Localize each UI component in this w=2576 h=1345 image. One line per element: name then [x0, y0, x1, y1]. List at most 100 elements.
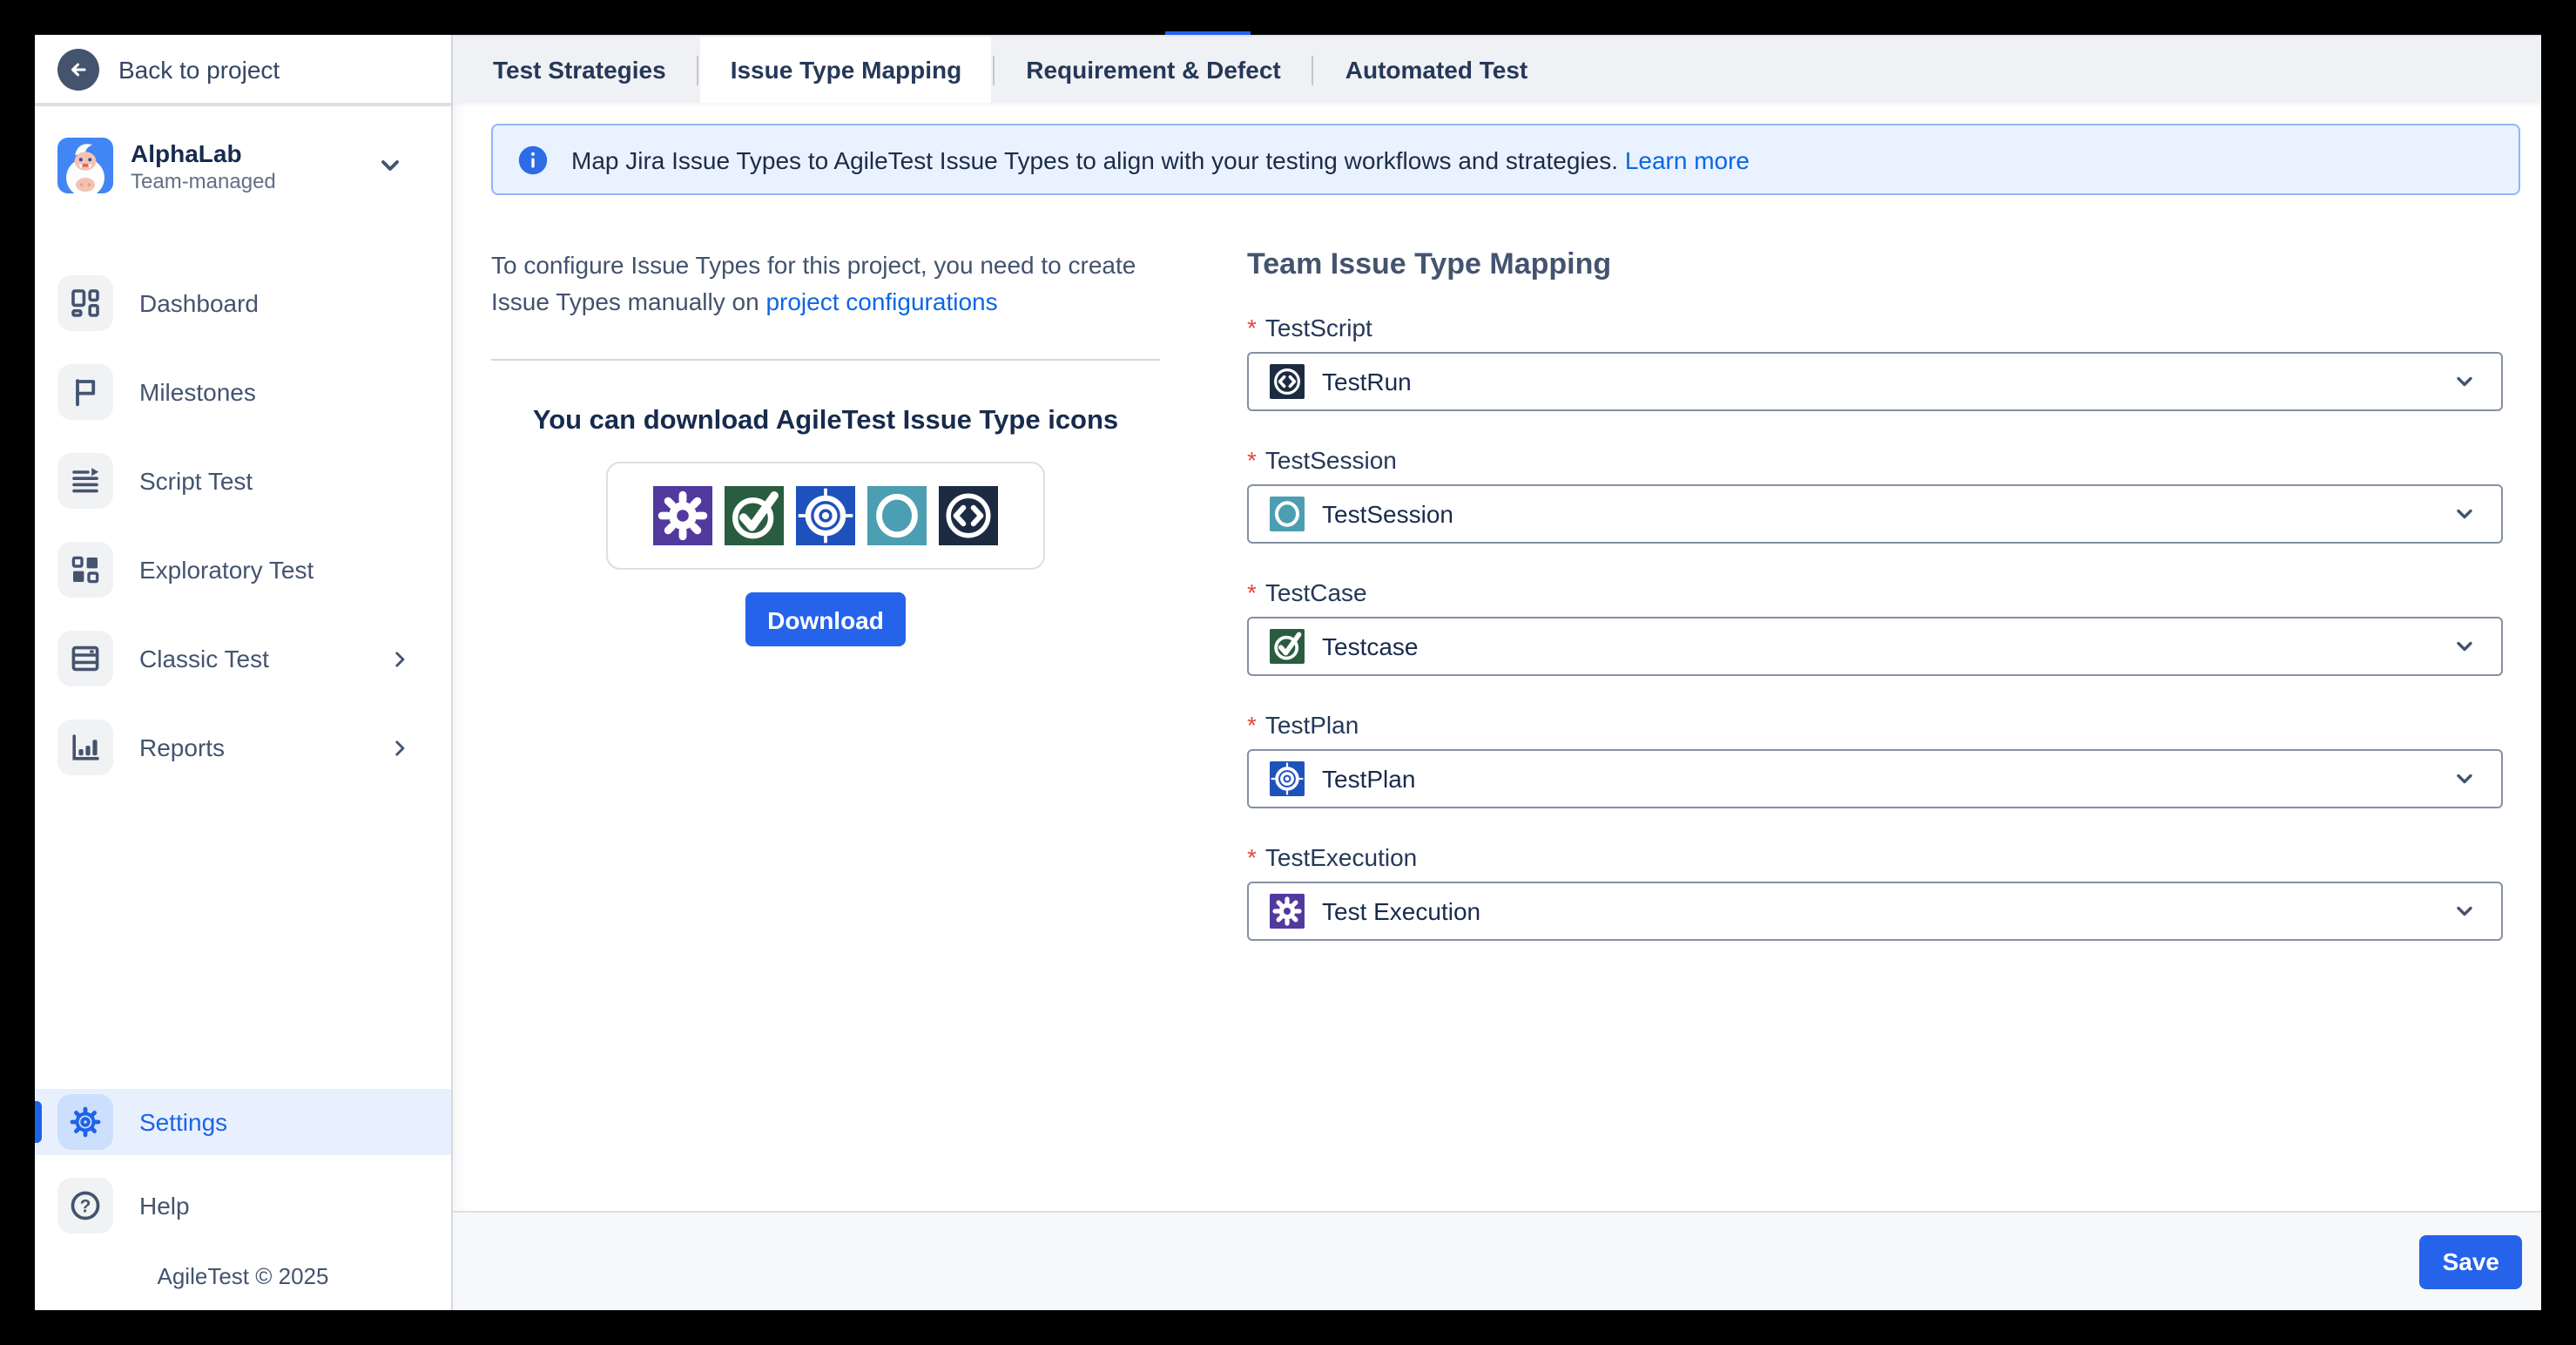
sidebar-item-label: Help: [139, 1192, 190, 1220]
stacked-rows-icon: [57, 631, 113, 686]
configure-paragraph: To configure Issue Types for this projec…: [491, 247, 1160, 321]
field-label: *TestSession: [1247, 446, 2503, 474]
circle-icon: [1270, 497, 1305, 531]
field-label: *TestScript: [1247, 314, 2503, 341]
project-avatar: [57, 138, 113, 193]
tab-bar: Test Strategies Issue Type Mapping Requi…: [453, 35, 2541, 103]
active-indicator: [35, 1101, 42, 1143]
download-heading: You can download AgileTest Issue Type ic…: [491, 406, 1160, 437]
chevron-down-icon: [2452, 634, 2477, 659]
chevron-right-icon: [388, 647, 411, 670]
select-value: Testcase: [1322, 632, 1419, 660]
chevron-down-icon: [2452, 899, 2477, 923]
tab-issue-type-mapping[interactable]: Issue Type Mapping: [701, 37, 992, 103]
gear-icon: [1270, 894, 1305, 929]
help-icon: ?: [57, 1178, 113, 1233]
sidebar: Back to project: [35, 35, 453, 1310]
sidebar-item-classic-test[interactable]: Classic Test: [35, 631, 451, 686]
app-window: Back to project: [35, 35, 2541, 1310]
field-testplan: *TestPlan TestPlan: [1247, 711, 2503, 808]
field-label: *TestCase: [1247, 578, 2503, 606]
learn-more-link[interactable]: Learn more: [1625, 145, 1750, 173]
main-area: Test Strategies Issue Type Mapping Requi…: [453, 35, 2541, 1310]
sidebar-item-reports[interactable]: Reports: [35, 720, 451, 775]
tab-automated-test[interactable]: Automated Test: [1316, 37, 1558, 103]
testsession-select[interactable]: TestSession: [1247, 484, 2503, 544]
circle-icon: [867, 486, 927, 545]
sidebar-item-label: Milestones: [139, 378, 256, 406]
sidebar-nav: Dashboard Milestones: [35, 275, 451, 808]
project-switcher[interactable]: AlphaLab Team-managed: [35, 134, 451, 197]
script-lines-icon: [57, 453, 113, 509]
project-name: AlphaLab: [131, 139, 276, 168]
testexecution-select[interactable]: Test Execution: [1247, 882, 2503, 941]
select-value: Test Execution: [1322, 897, 1480, 925]
chevron-down-icon: [2452, 369, 2477, 394]
required-marker: *: [1247, 711, 1257, 739]
select-value: TestSession: [1322, 500, 1453, 528]
divider: [491, 359, 1160, 361]
chevron-right-icon: [388, 736, 411, 759]
back-to-project-label: Back to project: [118, 55, 280, 83]
sidebar-item-label: Dashboard: [139, 289, 259, 317]
sidebar-item-help[interactable]: ? Help: [35, 1173, 451, 1239]
banner-text: Map Jira Issue Types to AgileTest Issue …: [571, 145, 1750, 173]
check-circle-icon: [1270, 629, 1305, 664]
sidebar-item-exploratory-test[interactable]: Exploratory Test: [35, 542, 451, 598]
sidebar-item-label: Exploratory Test: [139, 556, 314, 584]
select-value: TestPlan: [1322, 765, 1415, 793]
testplan-select[interactable]: TestPlan: [1247, 749, 2503, 808]
field-testscript: *TestScript TestRun: [1247, 314, 2503, 411]
back-arrow-icon: [57, 48, 99, 90]
required-marker: *: [1247, 314, 1257, 341]
testcase-select[interactable]: Testcase: [1247, 617, 2503, 676]
chevron-down-icon: [2452, 767, 2477, 791]
tab-requirement-defect[interactable]: Requirement & Defect: [996, 37, 1311, 103]
gear-icon: [653, 486, 712, 545]
exploratory-grid-icon: [57, 542, 113, 598]
tab-separator: [698, 55, 699, 84]
testscript-select[interactable]: TestRun: [1247, 352, 2503, 411]
chevron-down-icon: [376, 152, 404, 179]
sidebar-item-script-test[interactable]: Script Test: [35, 453, 451, 509]
info-banner: Map Jira Issue Types to AgileTest Issue …: [491, 124, 2520, 195]
dashboard-icon: [57, 275, 113, 331]
required-marker: *: [1247, 843, 1257, 871]
check-circle-icon: [725, 486, 784, 545]
bar-chart-icon: [57, 720, 113, 775]
footer-bar: Save: [453, 1211, 2541, 1310]
target-icon: [1270, 761, 1305, 796]
back-to-project-button[interactable]: Back to project: [35, 35, 451, 106]
select-value: TestRun: [1322, 368, 1412, 395]
left-panel: To configure Issue Types for this projec…: [491, 247, 1160, 976]
project-configurations-link[interactable]: project configurations: [765, 287, 997, 315]
save-button[interactable]: Save: [2420, 1234, 2522, 1288]
issue-type-icon-box: [606, 462, 1045, 570]
sidebar-item-label: Settings: [139, 1108, 227, 1136]
content-columns: To configure Issue Types for this projec…: [453, 247, 2541, 976]
target-icon: [796, 486, 855, 545]
tab-content: Map Jira Issue Types to AgileTest Issue …: [453, 103, 2541, 1211]
chevron-down-icon: [2452, 502, 2477, 526]
code-circle-icon: [939, 486, 998, 545]
field-testcase: *TestCase Testcase: [1247, 578, 2503, 676]
sidebar-item-milestones[interactable]: Milestones: [35, 364, 451, 420]
sidebar-body: AlphaLab Team-managed: [35, 106, 451, 1310]
mapping-panel: Team Issue Type Mapping *TestScript Test…: [1247, 247, 2503, 976]
code-circle-icon: [1270, 364, 1305, 399]
project-type: Team-managed: [131, 168, 276, 193]
sidebar-footer: AgileTest © 2025: [35, 1263, 451, 1289]
sidebar-item-settings[interactable]: Settings: [35, 1089, 451, 1155]
screen: Back to project: [0, 0, 2576, 1345]
download-button[interactable]: Download: [745, 592, 907, 646]
tab-test-strategies[interactable]: Test Strategies: [463, 37, 696, 103]
sidebar-item-label: Reports: [139, 733, 225, 761]
sidebar-item-dashboard[interactable]: Dashboard: [35, 275, 451, 331]
field-testsession: *TestSession TestSession: [1247, 446, 2503, 544]
required-marker: *: [1247, 446, 1257, 474]
tab-separator: [1312, 55, 1314, 84]
tab-separator: [993, 55, 995, 84]
field-label: *TestExecution: [1247, 843, 2503, 871]
svg-text:?: ?: [80, 1196, 91, 1216]
flag-icon: [57, 364, 113, 420]
